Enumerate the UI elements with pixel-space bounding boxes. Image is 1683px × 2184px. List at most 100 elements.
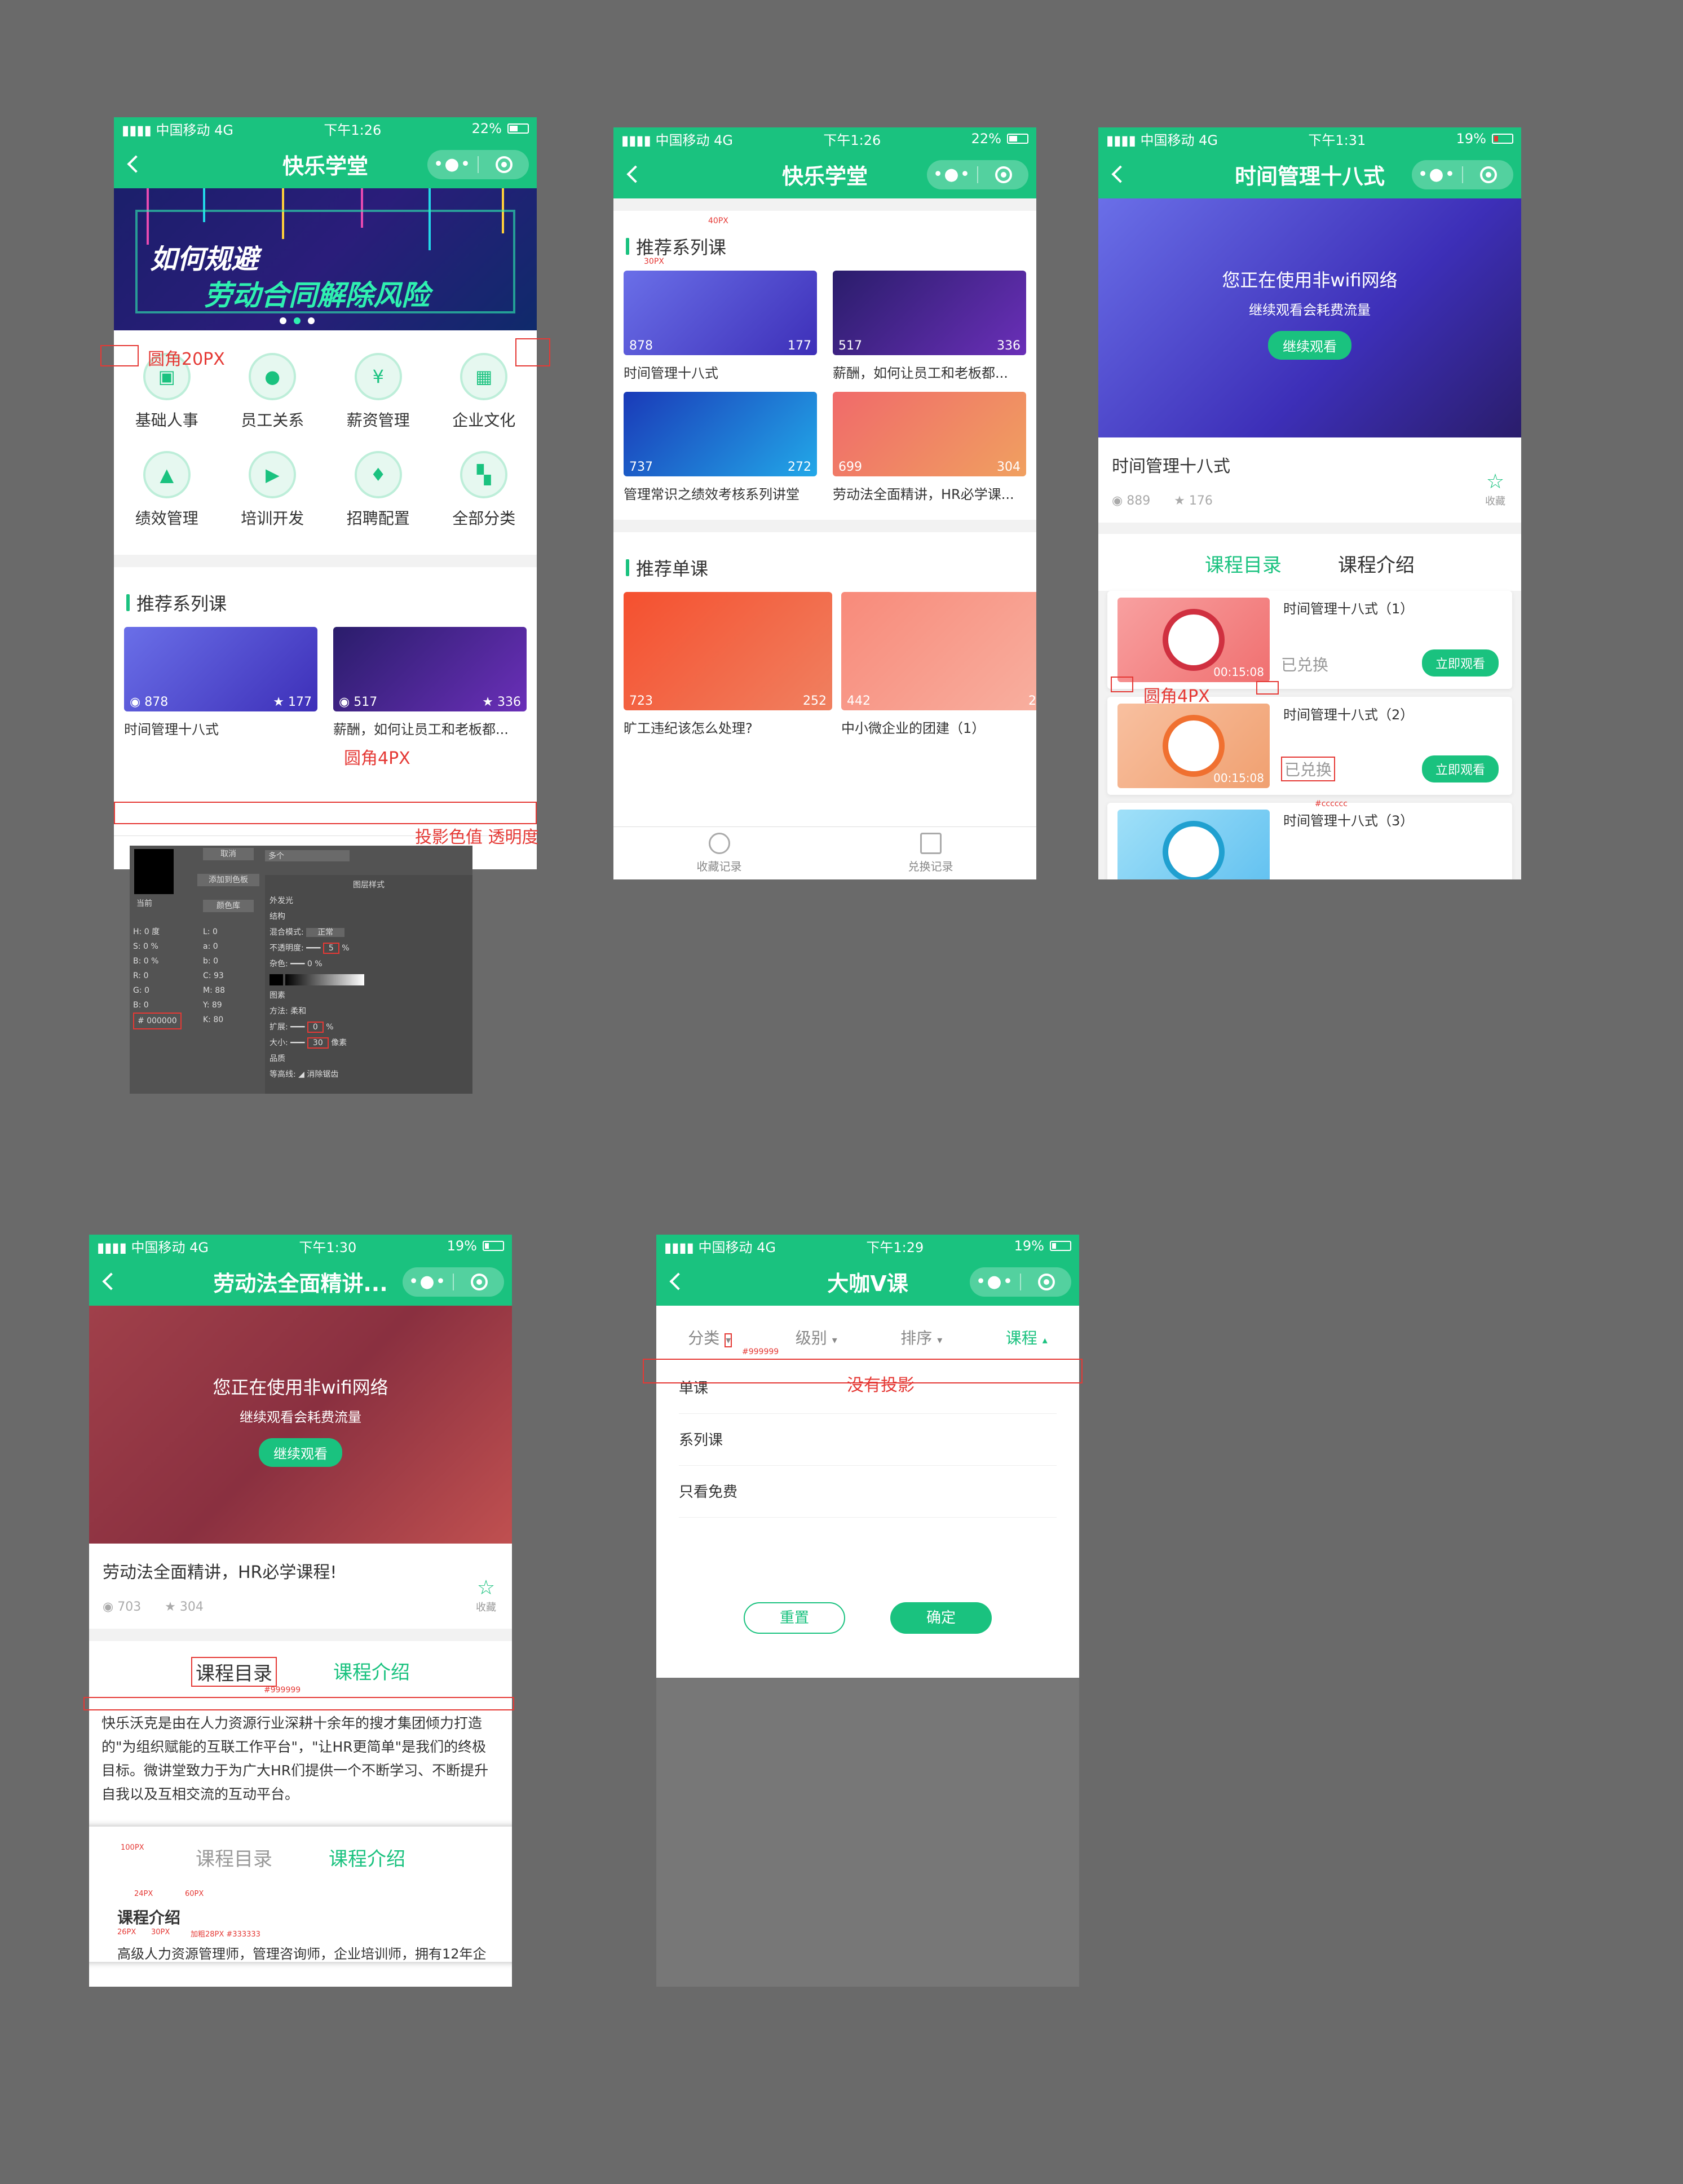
nav-bar: 快乐学堂 •●• [613,150,1036,198]
course-card[interactable]: 442 26 中小微企业的团建（1） [841,592,1036,737]
tab-catalog[interactable]: 课程目录 [191,1657,277,1687]
video-player[interactable]: 您正在使用非wifi网络 继续观看会耗费流量 继续观看 [1098,198,1521,437]
course-card[interactable]: ◉ 517 ★ 336 薪酬，如何让员工和老板都... [333,627,527,738]
category-label: 全部分类 [452,509,516,528]
more-icon[interactable]: •●• [403,1274,453,1290]
close-miniapp-icon[interactable] [479,156,529,173]
close-miniapp-icon[interactable] [454,1274,504,1290]
confirm-button[interactable]: 确定 [890,1602,992,1634]
annotation-box [515,338,550,366]
close-miniapp-icon[interactable] [978,166,1028,183]
back-icon[interactable] [102,1272,120,1290]
category-item[interactable]: ▚ 全部分类 [431,451,537,529]
star-count: 177 [288,695,312,709]
view-count: 737 [629,460,653,474]
intro-text: 快乐沃克是由在人力资源行业深耕十余年的搜才集团倾力打造的"为组织赋能的互联工作平… [101,1715,489,1802]
course-card[interactable]: 723 252 旷工违纪该怎么处理? [624,592,832,737]
lesson-item[interactable]: 00:15:08 时间管理十八式（2） 已兑换 立即观看 [1107,697,1512,795]
screen-course-detail: ▮▮▮▮ 中国移动 4G 下午1:31 19% 时间管理十八式 •●• 您正在使… [1098,127,1521,879]
tab-catalog[interactable]: 课程目录 [1205,550,1282,577]
signal-icon: ▮▮▮▮ [621,132,651,148]
course-title: 管理常识之绩效考核系列讲堂 [624,487,799,502]
more-icon[interactable]: •●• [927,166,977,183]
category-item[interactable]: ¥ 薪资管理 [325,353,431,431]
watch-now-button[interactable]: 立即观看 [1421,755,1499,782]
ps-add-swatch-button[interactable]: 添加到色板 [197,874,259,886]
filter-course[interactable]: 课程 ▴ [1006,1326,1048,1349]
course-card[interactable]: 517 336 薪酬，如何让员工和老板都... [833,271,1026,382]
category-item[interactable]: ● 员工关系 [220,353,326,431]
course-card[interactable]: 699 304 劳动法全面精讲，HR必学课... [833,392,1026,503]
video-player[interactable]: 您正在使用非wifi网络 继续观看会耗费流量 继续观看 [89,1306,512,1544]
carrier: 中国移动 [1140,132,1195,148]
favorite-button[interactable]: ☆ 收藏 [476,1576,496,1614]
back-icon[interactable] [669,1272,687,1290]
tab-exchange[interactable]: 兑换记录 [825,827,1036,879]
close-miniapp-icon[interactable] [1021,1274,1071,1290]
back-icon[interactable] [626,165,644,183]
more-icon[interactable]: •●• [970,1274,1020,1290]
course-cards: 878 177 时间管理十八式 517 336 薪酬，如何让员工和老板都... 737 2… [613,271,1036,503]
course-card[interactable]: 878 177 时间管理十八式 [624,271,817,382]
lesson-item[interactable]: 时间管理十八式（3） [1107,803,1512,879]
back-icon[interactable] [1111,165,1129,183]
option-series[interactable]: 系列课 [679,1414,1057,1466]
course-thumb: 878 177 [624,271,817,355]
more-icon[interactable]: •●• [1412,166,1462,183]
category-item[interactable]: ▶ 培训开发 [220,451,326,529]
filter-actions: 重置 确定 [656,1602,1079,1634]
course-card[interactable]: 737 272 管理常识之绩效考核系列讲堂 [624,392,817,503]
ps-library-button[interactable]: 颜色库 [203,900,254,912]
tab-favorites[interactable]: 收藏记录 [613,827,825,879]
course-stats: ◉ 889 ★ 176 [1112,494,1508,508]
course-title: 劳动法全面精讲，HR必学课... [833,487,1014,502]
battery-icon [507,123,529,134]
wifi-subtext: 继续观看会耗费流量 [240,1409,361,1425]
watch-now-button[interactable]: 立即观看 [1421,649,1499,677]
ps-multi-select[interactable]: 多个 [265,850,350,861]
course-card[interactable]: ◉ 878 ★ 177 时间管理十八式 [124,627,317,738]
category-item[interactable]: ♦ 招聘配置 [325,451,431,529]
exchanged-label: 已兑换 [1281,656,1329,674]
banner[interactable]: 如何规避 劳动合同解除风险 [114,188,537,330]
star-icon: ★ [482,695,497,709]
annotation-font: 加粗28PX #333333 [191,1930,260,1939]
tab-intro[interactable]: 课程介绍 [333,1657,410,1687]
tab-intro[interactable]: 课程介绍 [1338,550,1415,577]
lesson-item[interactable]: 00:15:08 时间管理十八式（1） 已兑换 立即观看 [1107,591,1512,689]
tie-icon: ♦ [354,451,402,498]
close-miniapp-icon[interactable] [1463,166,1513,183]
continue-watch-button[interactable]: 继续观看 [1268,331,1351,360]
category-item[interactable]: ▲ 绩效管理 [114,451,220,529]
tab-catalog[interactable]: 课程目录 [196,1843,272,1871]
back-icon[interactable] [127,155,145,173]
wifi-subtext: 继续观看会耗费流量 [1249,302,1371,318]
filter-level[interactable]: 级别 ▾ [796,1326,837,1349]
filter-category[interactable]: 分类 ▾ [688,1326,732,1349]
network: 4G [189,1239,209,1255]
tab-label: 兑换记录 [908,860,953,873]
ps-layer-style: 图层样式 外发光 结构 混合模式: 正常 不透明度: ━━━ 5 % 杂色: ━… [265,875,472,1094]
favorite-label: 收藏 [476,1602,496,1613]
ps-hex-input[interactable]: 000000 [147,1016,176,1025]
more-icon[interactable]: •●• [427,156,478,173]
option-free[interactable]: 只看免费 [679,1466,1057,1518]
capsule-menu: •●• [927,160,1028,189]
course-thumb: 723 252 [624,592,832,710]
annotation-radius: 圆角4PX [1143,687,1210,706]
ps-cancel-button[interactable]: 取消 [203,848,254,860]
annotation-spacing: 26PX [117,1928,136,1937]
course-thumb: 737 272 [624,392,817,476]
continue-watch-button[interactable]: 继续观看 [259,1438,342,1467]
view-count: 699 [838,460,862,474]
star-count: 252 [803,694,827,708]
tab-intro[interactable]: 课程介绍 [329,1843,405,1871]
annotation-spacing: 30PX [644,257,664,266]
status-bar: ▮▮▮▮ 中国移动 4G 下午1:30 19% [89,1235,512,1257]
filter-sort[interactable]: 排序 ▾ [900,1326,942,1349]
reset-button[interactable]: 重置 [744,1602,845,1634]
intro-heading: 课程介绍 [117,1908,181,1927]
favorite-button[interactable]: ☆ 收藏 [1485,470,1505,508]
network: 4G [1199,132,1218,148]
exchanged-label: 已兑换 [1281,757,1336,781]
